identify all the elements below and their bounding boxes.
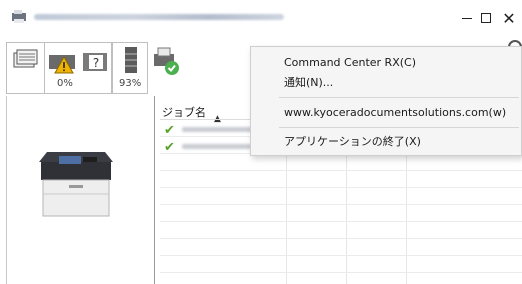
close-icon: ✕: [502, 8, 516, 28]
close-button[interactable]: ✕: [494, 8, 522, 28]
app-icon: [12, 10, 26, 23]
maximize-icon: [481, 13, 491, 23]
menu-item-command-center[interactable]: Command Center RX(C): [251, 53, 522, 73]
check-icon: ✔: [164, 123, 175, 138]
menu-item-notification[interactable]: 通知(N)...: [251, 73, 522, 93]
job-status-icon: [154, 47, 179, 75]
device-panel: [6, 96, 152, 284]
table-row: [160, 172, 522, 188]
table-row: [160, 155, 522, 171]
toner-percent: 0%: [57, 78, 73, 89]
table-row: [160, 240, 522, 256]
menu-separator: [279, 127, 519, 128]
toner-warning-icon: [49, 55, 75, 74]
table-row: [160, 206, 522, 222]
column-job-name[interactable]: ジョブ名: [162, 104, 206, 120]
printer-list-icon: [13, 49, 38, 68]
menu-item-exit[interactable]: アプリケーションの終了(X): [251, 132, 522, 152]
panel-divider: [154, 96, 155, 284]
table-row: [160, 189, 522, 205]
paper-tray-icon: [125, 47, 137, 73]
printer-icon: [39, 152, 113, 217]
menu-item-website[interactable]: www.kyoceradocumentsolutions.com(w): [251, 103, 522, 123]
toner-status-button[interactable]: ? 0%: [44, 42, 112, 94]
paper-status-button[interactable]: 93%: [112, 42, 148, 94]
unknown-status-icon: ?: [83, 53, 107, 71]
table-row: [160, 257, 522, 273]
job-status-button[interactable]: [148, 42, 188, 94]
paper-percent: 93%: [119, 78, 142, 89]
context-menu: Command Center RX(C) 通知(N)... www.kyocer…: [250, 46, 522, 156]
printer-list-button[interactable]: [6, 42, 44, 94]
check-icon: ✔: [164, 140, 175, 155]
svg-text:?: ?: [93, 56, 99, 70]
title-bar: ✕: [0, 0, 522, 34]
table-row: [160, 223, 522, 239]
window-title-redacted: [34, 14, 284, 20]
menu-separator: [279, 97, 519, 98]
